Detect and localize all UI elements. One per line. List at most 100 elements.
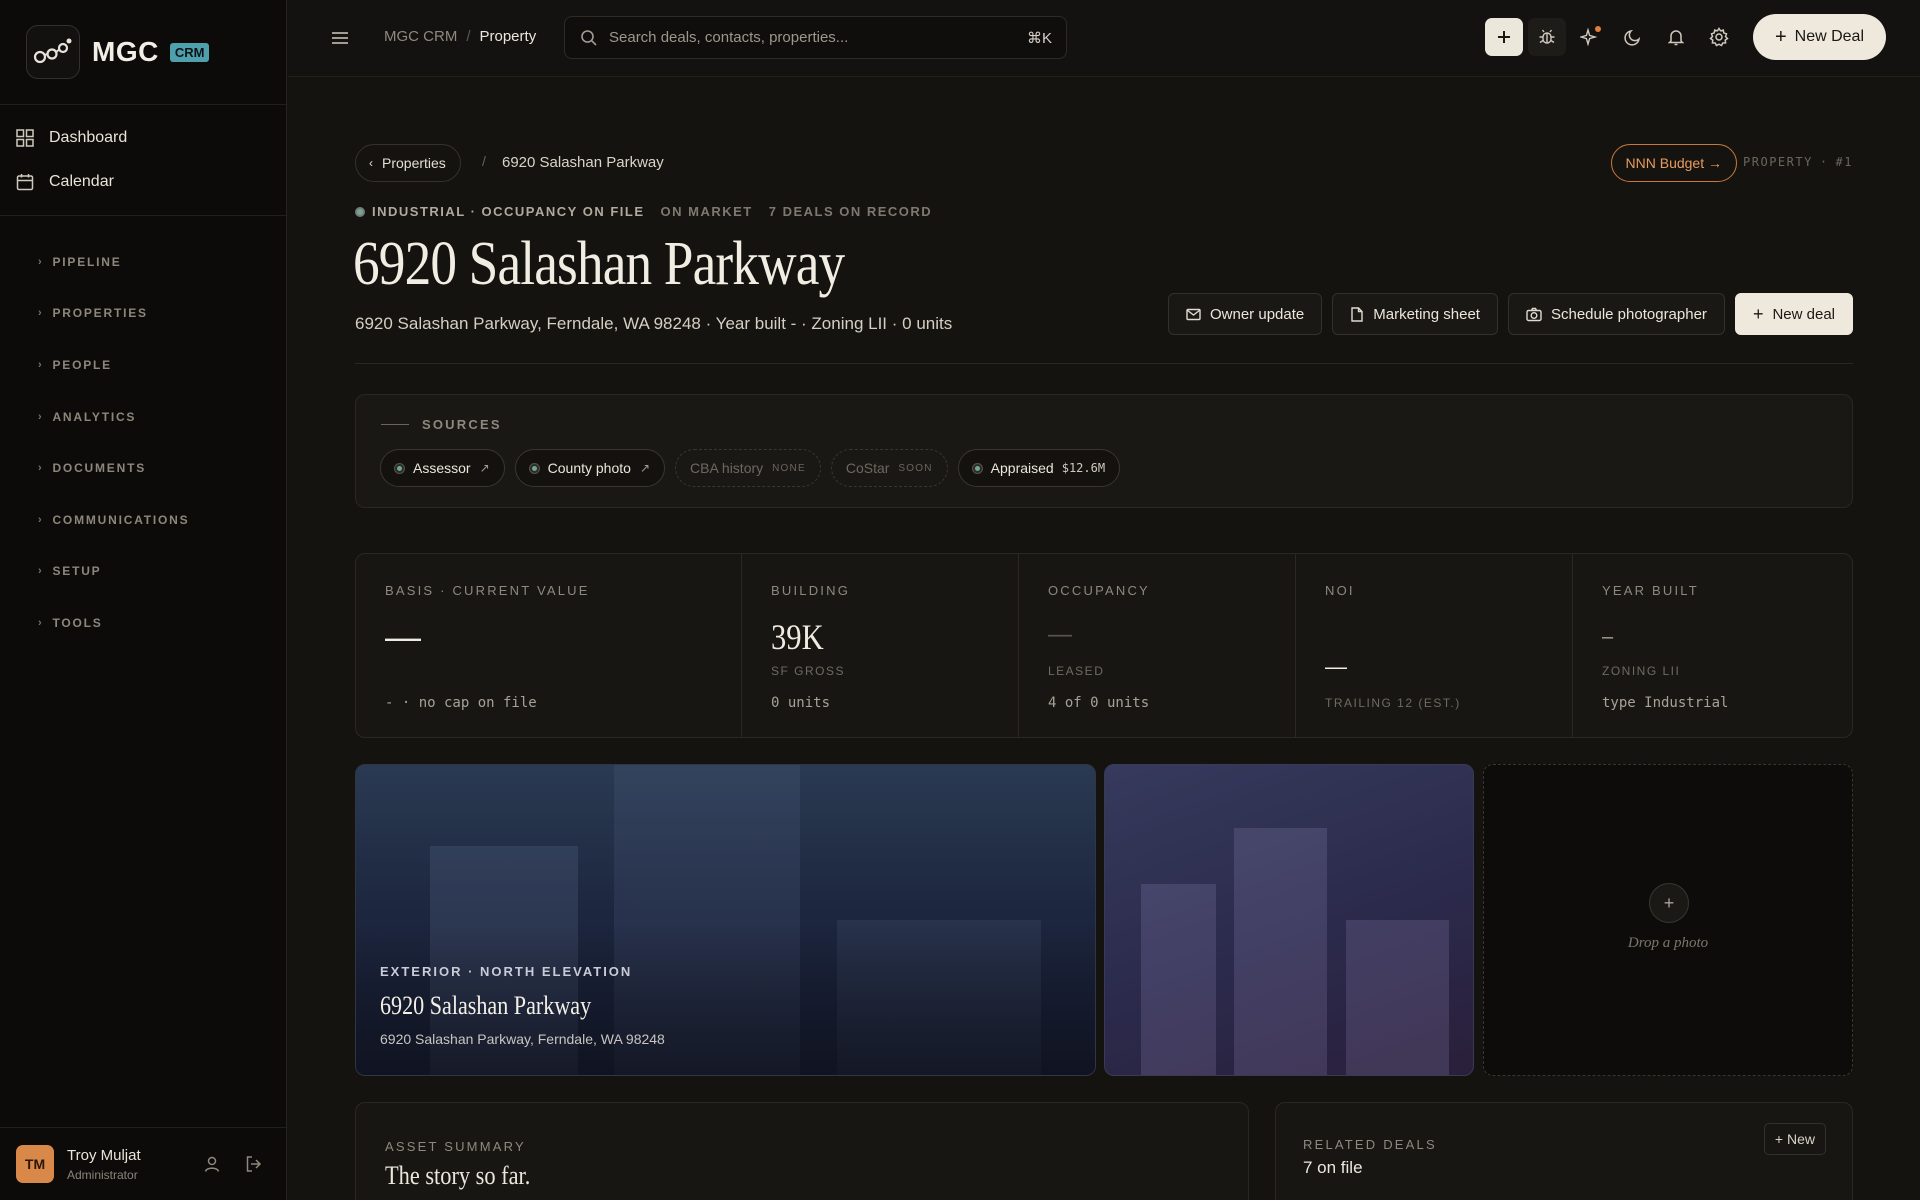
marketing-sheet-label: Marketing sheet (1373, 305, 1480, 323)
section-pipeline[interactable]: › PIPELINE (0, 236, 286, 288)
property-address: 6920 Salashan Parkway, Ferndale, WA 9824… (355, 314, 953, 333)
profile-icon[interactable] (203, 1155, 221, 1173)
user-bar: TM Troy Muljat Administrator (0, 1127, 287, 1200)
heading-rule (381, 424, 409, 425)
avatar[interactable]: TM (16, 1145, 54, 1183)
tag-type: INDUSTRIAL · OCCUPANCY ON FILE (372, 204, 645, 219)
settings-button[interactable] (1700, 18, 1738, 56)
grid-icon (16, 129, 34, 147)
asset-summary: ASSET SUMMARY The story so far. (355, 1102, 1249, 1200)
source-county-photo[interactable]: County photo ↗ (514, 449, 665, 487)
stat-sub: ZONING LII (1602, 664, 1681, 678)
stat-value: 39K (771, 617, 824, 657)
property-tags: INDUSTRIAL · OCCUPANCY ON FILE ON MARKET… (355, 204, 932, 219)
source-costar-label: CoStar (845, 460, 890, 476)
source-costar-status: SOON (898, 462, 933, 474)
property-id-sep: · (1819, 155, 1829, 169)
brand-name: MGC (92, 36, 159, 67)
source-chips: Assessor ↗ County photo ↗ CBA history NO… (380, 449, 1121, 487)
chevron-left-icon: ‹ (369, 156, 373, 170)
crm-badge: CRM (169, 42, 210, 62)
property-number: #1 (1835, 155, 1853, 169)
ai-button[interactable] (1571, 18, 1609, 56)
brand[interactable]: MGC CRM (0, 0, 286, 105)
stat-note: 0 units (771, 695, 831, 711)
new-deal-action-button[interactable]: + New deal (1734, 293, 1853, 335)
stat-note: - · no cap on file (385, 695, 537, 711)
photo-secondary[interactable] (1104, 764, 1474, 1076)
stat-year-built: YEAR BUILT – ZONING LII type Industrial (1573, 554, 1852, 737)
section-label: PIPELINE (52, 254, 122, 269)
new-deal-label: New Deal (1794, 28, 1864, 45)
menu-icon[interactable] (330, 28, 350, 48)
section-properties[interactable]: › PROPERTIES (0, 288, 286, 340)
search-box[interactable]: ⌘K (564, 16, 1067, 59)
quick-add-button[interactable] (1484, 18, 1523, 56)
section-label: TOOLS (52, 615, 103, 630)
stat-value: – (1602, 626, 1614, 648)
breadcrumb-root[interactable]: MGC CRM (384, 28, 457, 45)
logout-icon[interactable] (245, 1155, 263, 1173)
section-analytics[interactable]: › ANALYTICS (0, 391, 286, 443)
back-label: Properties (382, 155, 446, 171)
calendar-icon (16, 174, 34, 191)
source-assessor[interactable]: Assessor ↗ (380, 449, 505, 487)
drop-photo-text: Drop a photo (1627, 935, 1709, 951)
source-cba-status: NONE (772, 462, 806, 474)
nav-dashboard[interactable]: Dashboard (0, 116, 286, 160)
schedule-photographer-label: Schedule photographer (1550, 305, 1707, 323)
source-appraised[interactable]: Appraised $12.6M (957, 449, 1121, 487)
schedule-photographer-button[interactable]: Schedule photographer (1507, 293, 1725, 335)
gear-icon (1709, 27, 1729, 47)
stat-label: NOI (1325, 583, 1355, 598)
nav-calendar[interactable]: Calendar (0, 160, 286, 204)
debug-button[interactable] (1527, 18, 1566, 56)
owner-update-button[interactable]: Owner update (1168, 293, 1323, 335)
plus-icon: + (1752, 303, 1764, 324)
section-documents[interactable]: › DOCUMENTS (0, 442, 286, 494)
section-communications[interactable]: › COMMUNICATIONS (0, 494, 286, 546)
section-label: PROPERTIES (52, 306, 148, 321)
top-actions: + New Deal (1484, 14, 1886, 60)
new-deal-button[interactable]: + New Deal (1752, 14, 1886, 60)
chevron-right-icon: › (38, 410, 44, 423)
chevron-right-icon: › (38, 565, 44, 578)
status-dot (355, 206, 365, 217)
plus-icon: + (1774, 25, 1787, 48)
chevron-right-icon: › (38, 307, 44, 320)
stats-panel: BASIS · CURRENT VALUE — - · no cap on fi… (355, 553, 1853, 738)
section-setup[interactable]: › SETUP (0, 546, 286, 598)
source-costar: CoStar SOON (830, 449, 948, 487)
section-tools[interactable]: › TOOLS (0, 597, 286, 649)
new-deal-action-label: New deal (1772, 305, 1835, 323)
section-people[interactable]: › PEOPLE (0, 339, 286, 391)
notifications-button[interactable] (1657, 18, 1695, 56)
new-related-deal-button[interactable]: + New (1763, 1123, 1826, 1155)
sidebar: MGC CRM Dashboard Calendar › PIPELINE › PR… (0, 0, 287, 1200)
stat-label: YEAR BUILT (1602, 583, 1699, 598)
divider (355, 363, 1853, 364)
search-input[interactable] (609, 29, 1009, 46)
back-to-properties-button[interactable]: ‹ Properties (355, 144, 461, 182)
user-meta: Troy Muljat Administrator (67, 1147, 141, 1182)
chevron-right-icon: › (38, 255, 44, 268)
nav-dashboard-label: Dashboard (49, 129, 128, 146)
stat-label: BASIS · CURRENT VALUE (385, 583, 590, 598)
bell-icon (1667, 30, 1685, 46)
stat-basis: BASIS · CURRENT VALUE — - · no cap on fi… (356, 554, 742, 737)
bug-icon (1539, 29, 1555, 44)
plus-icon (1497, 31, 1510, 43)
user-role: Administrator (67, 1167, 138, 1182)
source-county-photo-label: County photo (547, 460, 631, 476)
user-name: Troy Muljat (67, 1146, 141, 1164)
add-photo-button[interactable]: + (1649, 883, 1689, 923)
sources-heading: SOURCES (381, 417, 502, 432)
camera-icon (1526, 307, 1542, 321)
nnn-budget-button[interactable]: NNN Budget → (1610, 144, 1737, 182)
photo-label: EXTERIOR · NORTH ELEVATION (380, 964, 633, 979)
photo-exterior[interactable]: EXTERIOR · NORTH ELEVATION 6920 Salashan… (355, 764, 1096, 1076)
photo-dropzone[interactable]: + Drop a photo (1483, 764, 1853, 1076)
theme-toggle[interactable] (1614, 18, 1652, 56)
nav-calendar-label: Calendar (49, 173, 114, 190)
marketing-sheet-button[interactable]: Marketing sheet (1332, 293, 1498, 335)
